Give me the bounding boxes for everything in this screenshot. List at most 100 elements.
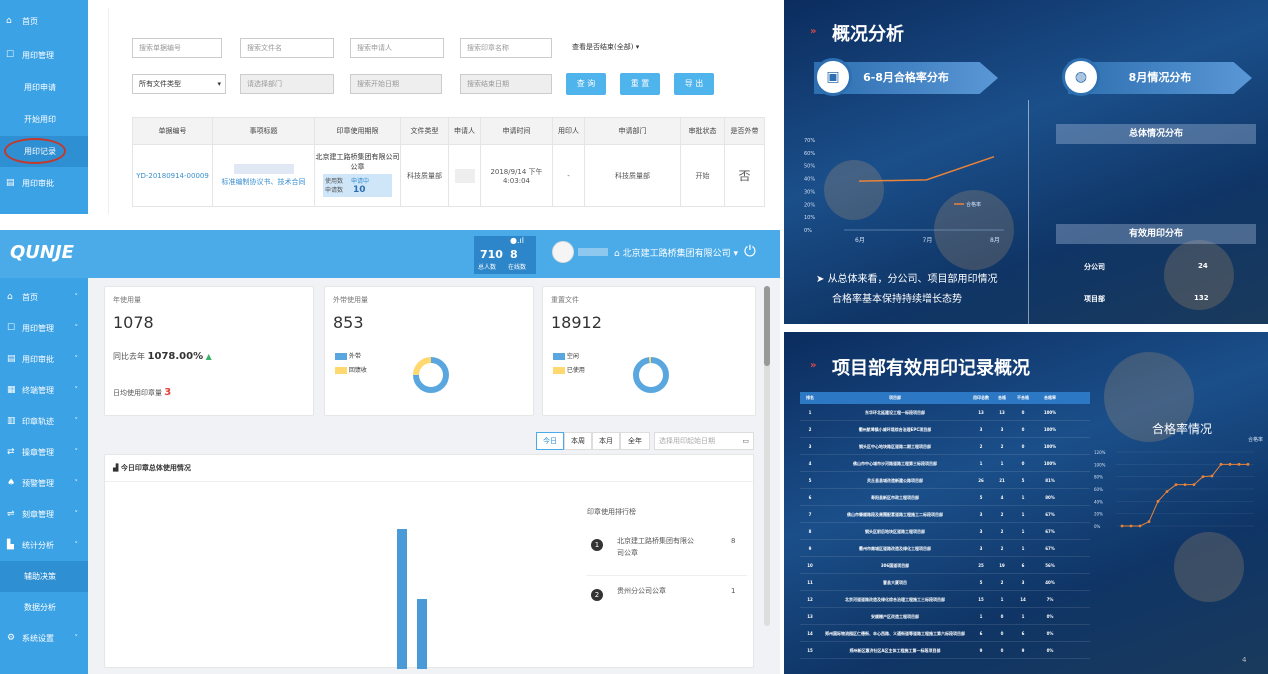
table-cell: 9	[979, 647, 983, 653]
table-cell: 10	[807, 562, 813, 568]
table-cell: 13	[978, 409, 984, 415]
table-cell: 21	[999, 477, 1005, 483]
table-cell: 14	[1020, 596, 1026, 602]
sidebar-item[interactable]: ⌂ 首页 ˅	[0, 282, 88, 313]
table-row: 12 北京河道道路改造及绿化综合治理工程施工三标段项目部 15 1 14 7%	[800, 591, 1090, 608]
sidebar-item[interactable]: ☐ 用印管理 ˅	[0, 313, 88, 344]
start-date-input[interactable]: 搜索开始日期	[350, 74, 442, 94]
sidebar-item-start-seal[interactable]: 开始用印	[0, 104, 88, 135]
export-button[interactable]: 导 出	[674, 73, 714, 95]
table-cell: 7%	[1046, 596, 1054, 602]
table-cell: 3	[979, 528, 983, 534]
table-cell: 0	[1000, 647, 1004, 653]
col-user[interactable]: 用印人	[552, 117, 585, 145]
legend: 外带	[335, 351, 361, 360]
data-point	[1210, 474, 1214, 478]
search-applicant-input[interactable]: 搜索申请人	[350, 38, 444, 58]
date-range-input[interactable]: 选择用印起始日期 ▭	[654, 432, 754, 450]
sidebar-item-label: 用印审批	[22, 355, 54, 364]
col-status[interactable]: 审批状态	[680, 117, 725, 145]
company-dropdown[interactable]: ⌂ 北京建工路桥集团有限公司 ▾	[614, 246, 738, 259]
table-cell: 0	[1021, 409, 1025, 415]
y-tick-label: 60%	[804, 151, 815, 157]
col-time[interactable]: 申请时间	[480, 117, 553, 145]
sidebar-item[interactable]: ▙ 统计分析 ˅	[0, 530, 88, 561]
sidebar-item[interactable]: 辅助决策	[0, 561, 88, 592]
table-row: 11 曹县大厦项目 5 2 3 40%	[800, 574, 1090, 591]
slide-title: 项目部有效用印记录概况	[832, 358, 1030, 379]
sidebar-item[interactable]: 数据分析	[0, 592, 88, 623]
data-point	[1192, 483, 1196, 487]
table-cell: 1	[1021, 494, 1025, 500]
reset-button[interactable]: 重 置	[620, 73, 660, 95]
sidebar-item[interactable]: ▤ 用印审批 ˅	[0, 344, 88, 375]
tab-week[interactable]: 本周	[564, 432, 592, 450]
scrollbar[interactable]	[764, 286, 770, 626]
table-header: 合格率	[1044, 395, 1056, 400]
col-dept[interactable]: 申请部门	[584, 117, 681, 145]
y-tick-label: 80%	[1094, 475, 1103, 480]
data-point	[1201, 475, 1205, 479]
table-header: 用印总数	[973, 395, 989, 400]
table-cell: 郑州国际物流园区仁德街、丰心西路、义通街道等道路工程施工第六标段项目部	[825, 630, 965, 636]
table-header: 项目部	[889, 395, 901, 400]
power-icon[interactable]: ⏻	[744, 242, 756, 260]
col-file-type[interactable]: 文件类型	[400, 117, 449, 145]
table-cell: 钢头区前后地块区道路工程项目部	[865, 528, 925, 534]
table-row: 13 安顺棚户区改造工程项目部 1 0 1 0%	[800, 608, 1090, 625]
up-arrow-icon: ▲	[205, 352, 212, 361]
sidebar-item[interactable]: ⚙ 系统设置 ˅	[0, 623, 88, 654]
sidebar-item[interactable]: ⇌ 刻章管理 ˅	[0, 499, 88, 530]
scrollbar-thumb[interactable]	[764, 286, 770, 366]
end-date-input[interactable]: 搜索结束日期	[460, 74, 552, 94]
tab-year[interactable]: 全年	[620, 432, 650, 450]
col-title[interactable]: 事项标题	[212, 117, 315, 145]
sidebar-item[interactable]: ▥ 印章轨迹 ˅	[0, 406, 88, 437]
avatar[interactable]	[552, 241, 574, 263]
qualified-rate-line-chart: 0% 10% 20% 30% 40% 50% 60% 70% 6月 7月 8月 合格率	[804, 138, 1004, 244]
sidebar-item-seal-apply[interactable]: 用印申请	[0, 72, 88, 103]
table-cell: 安顺棚户区改造工程项目部	[871, 613, 919, 619]
department-select[interactable]: 请选择部门	[240, 74, 334, 94]
sidebar-item-seal-approval[interactable]: ▤ 用印审批	[0, 168, 88, 199]
overview-slide: » 概况分析 6-8月合格率分布 ▣ 8月情况分布 ◍ 0% 10% 20% 30% 4…	[784, 0, 1268, 324]
table-row[interactable]: YD-20180914-00009 标准编制协议书、技术合同 北京建工路桥集团有…	[132, 144, 765, 207]
sidebar-item-home[interactable]: ⌂ 首页	[0, 6, 88, 37]
valid-title: 有效用印分布	[1056, 224, 1256, 244]
search-filename-input[interactable]: 搜索文件名	[240, 38, 334, 58]
sidebar-item[interactable]: ▦ 终端管理 ˅	[0, 375, 88, 406]
table-cell: 7	[808, 511, 812, 517]
col-doc-id[interactable]: 单据编号	[132, 117, 213, 145]
sidebar-item-seal-management[interactable]: ☐ 用印管理	[0, 40, 88, 71]
y-tick-label: 0%	[1094, 524, 1101, 529]
stamp-icon: ☐	[6, 50, 15, 60]
table-row: 7 佛山市肇顺路段及周围配套道路工程施工二标段项目部 3 2 1 67%	[800, 506, 1090, 523]
table-row: 1 东华环北延建设工程一标段项目部 13 13 0 100%	[800, 404, 1090, 421]
col-applicant[interactable]: 申请人	[448, 117, 481, 145]
col-outside[interactable]: 是否外带	[724, 117, 765, 145]
query-button[interactable]: 查 询	[566, 73, 606, 95]
status-select[interactable]: 查看是否结束(全部) ▾	[566, 38, 660, 58]
cell-doc-id[interactable]: YD-20180914-00009	[132, 144, 213, 207]
search-doc-id-input[interactable]: 搜索单据编号	[132, 38, 222, 58]
table-cell: 81%	[1045, 477, 1055, 483]
table-cell: 1	[1021, 545, 1025, 551]
sidebar-item[interactable]: ♠ 预警管理 ˅	[0, 468, 88, 499]
sidebar-item[interactable]: ⇄ 操章管理 ˅	[0, 437, 88, 468]
tab-today[interactable]: 今日	[536, 432, 564, 450]
data-point	[1120, 524, 1124, 528]
table-header: 不合格	[1017, 395, 1029, 400]
table-cell: 0%	[1046, 630, 1054, 636]
col-period[interactable]: 印章使用期限	[314, 117, 401, 145]
tab-month[interactable]: 本月	[592, 432, 620, 450]
table-cell: 67%	[1045, 511, 1055, 517]
file-type-select[interactable]: 所有文件类型 ▾	[132, 74, 226, 94]
search-seal-name-input[interactable]: 搜索印章名称	[460, 38, 552, 58]
data-point	[1237, 462, 1241, 466]
rank-name: 北京建工路桥集团有限公司公章	[617, 537, 694, 557]
data-point	[1147, 520, 1151, 524]
document-icon: ▤	[7, 354, 16, 364]
cell-title[interactable]: 标准编制协议书、技术合同	[212, 144, 315, 207]
annual-usage-card: 年使用量 1078 同比去年 1078.00% ▲ 日均使用印章量 3	[104, 286, 314, 416]
series-line	[1122, 463, 1248, 527]
